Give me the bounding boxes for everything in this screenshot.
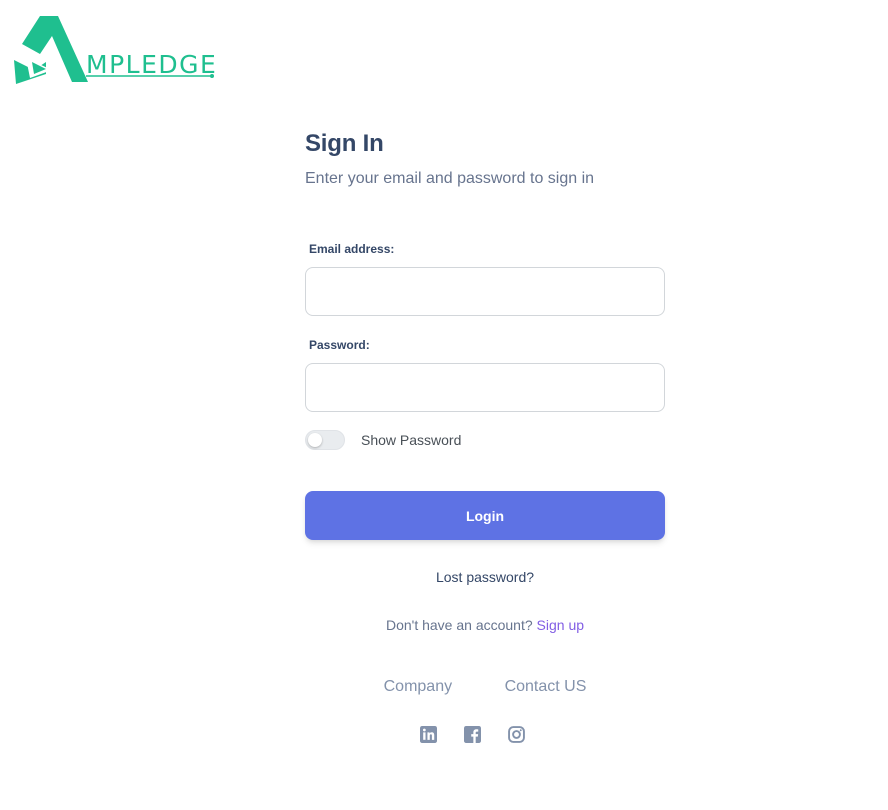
login-button[interactable]: Login [305, 491, 665, 540]
linkedin-icon[interactable] [420, 726, 437, 743]
instagram-icon[interactable] [508, 726, 525, 743]
footer-links: Company Contact US [305, 678, 665, 696]
show-password-label[interactable]: Show Password [361, 430, 461, 450]
social-icons [420, 726, 525, 743]
page-title: Sign In [305, 130, 384, 157]
footer-link-company[interactable]: Company [384, 678, 452, 696]
password-input[interactable] [305, 363, 665, 412]
toggle-knob [308, 433, 322, 447]
signup-prompt: Don't have an account? Sign up [305, 617, 665, 633]
logo-text: MPLEDGE [86, 50, 218, 79]
show-password-toggle[interactable] [305, 430, 345, 450]
page-subtitle: Enter your email and password to sign in [305, 170, 595, 187]
signin-form: Sign In Enter your email and password to… [305, 130, 665, 633]
no-account-text: Don't have an account? [385, 617, 533, 633]
email-input[interactable] [305, 267, 665, 316]
password-label: Password: [309, 338, 370, 352]
signup-link[interactable]: Sign up [537, 617, 584, 633]
email-label: Email address: [309, 242, 395, 256]
brand-logo[interactable]: MPLEDGE [12, 14, 217, 86]
lost-password-link[interactable]: Lost password? [305, 569, 665, 585]
footer-link-contact[interactable]: Contact US [505, 678, 587, 696]
facebook-icon[interactable] [464, 726, 481, 743]
